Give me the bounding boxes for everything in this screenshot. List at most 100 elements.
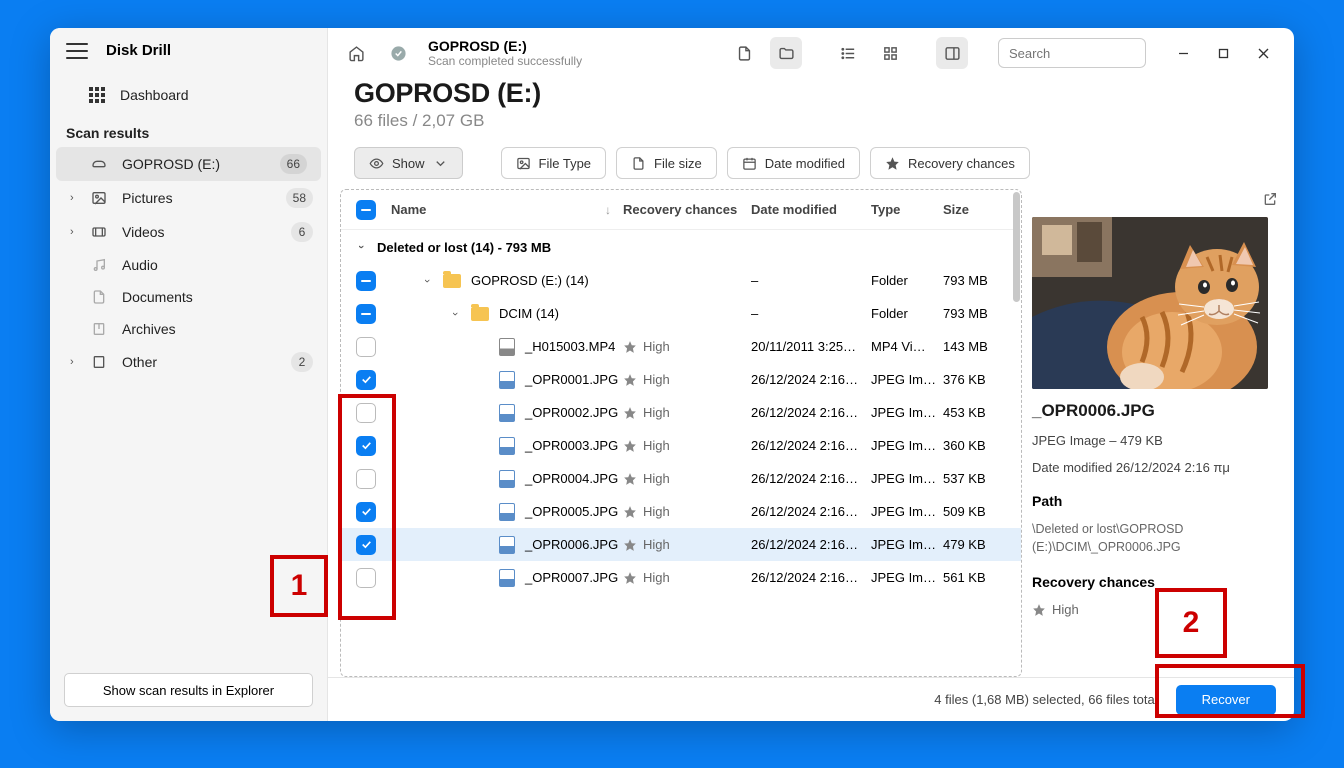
column-recovery[interactable]: Recovery chances — [623, 202, 751, 217]
cell-date: 26/12/2024 2:16… — [751, 504, 871, 519]
chevron-down-icon — [433, 156, 448, 171]
doc-icon — [90, 288, 108, 306]
search-input[interactable] — [998, 38, 1146, 68]
recover-button[interactable]: Recover — [1176, 685, 1276, 715]
table-row[interactable]: _OPR0007.JPGHigh26/12/2024 2:16…JPEG Im…… — [341, 561, 1021, 594]
cell-size: 537 KB — [943, 471, 1021, 486]
table-row[interactable]: ›GOPROSD (E:) (14)–Folder793 MB — [341, 264, 1021, 297]
filter-label: File size — [654, 156, 702, 171]
column-date[interactable]: Date modified — [751, 202, 871, 217]
sidebar-item-dashboard[interactable]: Dashboard — [50, 79, 327, 111]
sidebar: Disk Drill Dashboard Scan results GOPROS… — [50, 28, 328, 721]
row-checkbox[interactable] — [356, 436, 376, 456]
table-row[interactable]: _OPR0006.JPGHigh26/12/2024 2:16…JPEG Im…… — [341, 528, 1021, 561]
window-minimize-button[interactable] — [1164, 38, 1202, 68]
folder-view-icon[interactable] — [770, 37, 802, 69]
sidebar-item-other[interactable]: ›Other2 — [50, 345, 327, 379]
sidebar-item-goprosd-e-[interactable]: GOPROSD (E:)66 — [56, 147, 321, 181]
select-all-checkbox[interactable] — [356, 200, 376, 220]
sidebar-item-label: Archives — [122, 321, 176, 337]
star-icon — [885, 156, 900, 171]
menu-icon[interactable] — [66, 43, 88, 59]
cell-type: JPEG Im… — [871, 570, 943, 585]
count-badge: 66 — [280, 154, 307, 174]
group-header[interactable]: › Deleted or lost (14) - 793 MB — [341, 230, 1021, 264]
column-size[interactable]: Size — [943, 202, 1021, 217]
row-checkbox[interactable] — [356, 370, 376, 390]
recovery-filter-button[interactable]: Recovery chances — [870, 147, 1030, 179]
table-row[interactable]: _OPR0001.JPGHigh26/12/2024 2:16…JPEG Im…… — [341, 363, 1021, 396]
cell-date: 26/12/2024 2:16… — [751, 471, 871, 486]
cell-size: 453 KB — [943, 405, 1021, 420]
filter-label: File Type — [539, 156, 592, 171]
file-name: _OPR0002.JPG — [525, 405, 618, 420]
row-checkbox[interactable] — [356, 502, 376, 522]
show-in-explorer-button[interactable]: Show scan results in Explorer — [64, 673, 313, 707]
column-name[interactable]: Name — [391, 202, 426, 217]
sidebar-item-audio[interactable]: Audio — [50, 249, 327, 281]
annotation-number-1: 1 — [270, 555, 328, 617]
row-checkbox[interactable] — [356, 271, 376, 291]
date-filter-button[interactable]: Date modified — [727, 147, 860, 179]
count-badge: 58 — [286, 188, 313, 208]
home-icon[interactable] — [340, 37, 372, 69]
window-maximize-button[interactable] — [1204, 38, 1242, 68]
file-name: _OPR0001.JPG — [525, 372, 618, 387]
file-name: GOPROSD (E:) (14) — [471, 273, 589, 288]
open-external-icon[interactable] — [1262, 191, 1278, 210]
grid-view-icon[interactable] — [874, 37, 906, 69]
jpg-icon — [499, 437, 515, 455]
panel-toggle-icon[interactable] — [936, 37, 968, 69]
chevron-right-icon: › — [70, 356, 74, 368]
cell-date: – — [751, 306, 871, 321]
row-checkbox[interactable] — [356, 469, 376, 489]
table-row[interactable]: _OPR0002.JPGHigh26/12/2024 2:16…JPEG Im…… — [341, 396, 1021, 429]
file-icon — [631, 156, 646, 171]
jpg-icon — [499, 470, 515, 488]
file-view-icon[interactable] — [728, 37, 760, 69]
table-row[interactable]: _H015003.MP4High20/11/2011 3:25…MP4 Vi…1… — [341, 330, 1021, 363]
sidebar-item-label: Audio — [122, 257, 158, 273]
list-view-icon[interactable] — [832, 37, 864, 69]
sort-icon[interactable]: ↓ — [605, 203, 611, 217]
sidebar-item-documents[interactable]: Documents — [50, 281, 327, 313]
row-checkbox[interactable] — [356, 304, 376, 324]
cell-date: 26/12/2024 2:16… — [751, 537, 871, 552]
statusbar: 4 files (1,68 MB) selected, 66 files tot… — [328, 677, 1294, 721]
breadcrumb-title: GOPROSD (E:) — [428, 38, 582, 54]
cell-date: 26/12/2024 2:16… — [751, 438, 871, 453]
mp4-icon — [499, 338, 515, 356]
sidebar-item-pictures[interactable]: ›Pictures58 — [50, 181, 327, 215]
row-checkbox[interactable] — [356, 568, 376, 588]
table-row[interactable]: _OPR0004.JPGHigh26/12/2024 2:16…JPEG Im…… — [341, 462, 1021, 495]
row-checkbox[interactable] — [356, 337, 376, 357]
scrollbar[interactable] — [1013, 192, 1020, 302]
table-row[interactable]: _OPR0003.JPGHigh26/12/2024 2:16…JPEG Im…… — [341, 429, 1021, 462]
cell-type: JPEG Im… — [871, 438, 943, 453]
show-filter-button[interactable]: Show — [354, 147, 463, 179]
image-icon — [516, 156, 531, 171]
filter-label: Date modified — [765, 156, 845, 171]
table-row[interactable]: ›DCIM (14)–Folder793 MB — [341, 297, 1021, 330]
app-title: Disk Drill — [106, 42, 171, 59]
column-type[interactable]: Type — [871, 202, 943, 217]
sidebar-item-videos[interactable]: ›Videos6 — [50, 215, 327, 249]
selection-status: 4 files (1,68 MB) selected, 66 files tot… — [934, 692, 1157, 707]
jpg-icon — [499, 569, 515, 587]
cell-date: 26/12/2024 2:16… — [751, 405, 871, 420]
table-row[interactable]: _OPR0005.JPGHigh26/12/2024 2:16…JPEG Im…… — [341, 495, 1021, 528]
row-checkbox[interactable] — [356, 535, 376, 555]
window-close-button[interactable] — [1244, 38, 1282, 68]
row-checkbox[interactable] — [356, 403, 376, 423]
sidebar-item-archives[interactable]: Archives — [50, 313, 327, 345]
titlebar: GOPROSD (E:) Scan completed successfully — [328, 28, 1294, 78]
archive-icon — [90, 320, 108, 338]
chevron-down-icon: › — [449, 308, 461, 320]
folder-icon — [443, 274, 461, 288]
annotation-number-2: 2 — [1155, 588, 1227, 658]
filesize-filter-button[interactable]: File size — [616, 147, 717, 179]
main-panel: GOPROSD (E:) Scan completed successfully — [328, 28, 1294, 721]
filetype-filter-button[interactable]: File Type — [501, 147, 607, 179]
cell-type: JPEG Im… — [871, 537, 943, 552]
cell-type: JPEG Im… — [871, 471, 943, 486]
